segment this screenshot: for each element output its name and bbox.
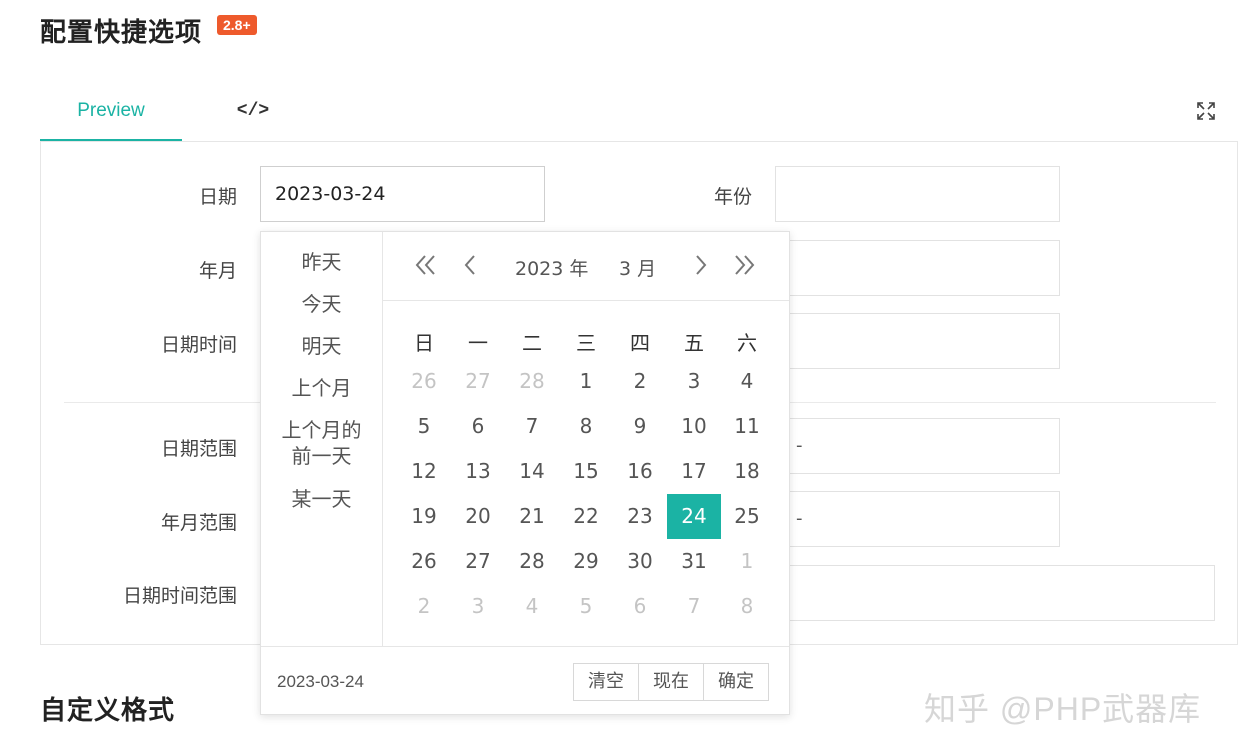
day-cell[interactable]: 28	[505, 539, 559, 584]
shortcut-tomorrow[interactable]: 明天	[261, 333, 382, 359]
month-selector[interactable]: 3 月	[619, 254, 656, 281]
date-range-label: 日期范围	[160, 438, 237, 460]
footer-buttons: 清空 现在 确定	[573, 663, 769, 701]
weekday-header: 一	[468, 331, 488, 355]
picker-footer: 2023-03-24 清空 现在 确定	[261, 646, 789, 715]
day-cell[interactable]: 2	[397, 584, 451, 629]
weekday-header: 三	[576, 331, 596, 355]
watermark: 知乎 @PHP武器库	[924, 691, 1202, 727]
year-selector[interactable]: 2023 年	[515, 254, 588, 281]
weekday-header: 四	[630, 331, 650, 355]
shortcut-list: 昨天 今天 明天 上个月 上个月的 前一天 某一天	[261, 232, 383, 646]
day-cell[interactable]: 30	[613, 539, 667, 584]
month-range-input[interactable]: -	[775, 491, 1060, 547]
weekday-header: 二	[522, 331, 542, 355]
date-picker-popup: 昨天 今天 明天 上个月 上个月的 前一天 某一天 2023 年 3 月 日 一 二…	[260, 231, 790, 715]
day-cell[interactable]: 4	[720, 359, 774, 404]
day-cell[interactable]: 6	[451, 404, 505, 449]
clear-button[interactable]: 清空	[573, 663, 639, 701]
day-cell[interactable]: 5	[397, 404, 451, 449]
day-cell[interactable]: 28	[505, 359, 559, 404]
year-month-label: 年月	[198, 260, 237, 282]
now-button[interactable]: 现在	[639, 663, 704, 701]
day-cell[interactable]: 14	[505, 449, 559, 494]
tab-preview[interactable]: Preview	[40, 96, 182, 140]
shortcut-today[interactable]: 今天	[261, 291, 382, 317]
month-range-separator: -	[796, 508, 803, 529]
tab-code[interactable]: </>	[228, 96, 278, 126]
day-cell[interactable]: 7	[505, 404, 559, 449]
chevron-left-icon[interactable]	[456, 250, 486, 280]
day-cell[interactable]: 20	[451, 494, 505, 539]
shortcut-last-month[interactable]: 上个月	[261, 375, 382, 401]
day-cell[interactable]: 8	[559, 404, 613, 449]
date-label: 日期	[198, 186, 237, 208]
confirm-button[interactable]: 确定	[704, 663, 769, 701]
day-cell[interactable]: 22	[559, 494, 613, 539]
selected-day-cell[interactable]: 24	[667, 494, 721, 539]
day-cell[interactable]: 9	[613, 404, 667, 449]
day-cell[interactable]: 3	[667, 359, 721, 404]
day-cell[interactable]: 10	[667, 404, 721, 449]
section-title-2: 自定义格式	[40, 696, 176, 726]
day-cell[interactable]: 21	[505, 494, 559, 539]
datetime-range-input[interactable]	[775, 565, 1215, 621]
day-cell[interactable]: 5	[559, 584, 613, 629]
section-title: 配置快捷选项	[40, 18, 203, 48]
datetime-input[interactable]	[775, 313, 1060, 369]
day-cell[interactable]: 16	[613, 449, 667, 494]
year-label: 年份	[713, 186, 752, 208]
year-month-input[interactable]	[775, 240, 1060, 296]
chevron-right-icon[interactable]	[685, 250, 715, 280]
weekday-header: 六	[737, 331, 757, 355]
weekday-header: 日	[414, 331, 434, 355]
shortcut-last-month-prev-day[interactable]: 上个月的 前一天	[261, 417, 382, 469]
day-cell[interactable]: 18	[720, 449, 774, 494]
day-cell[interactable]: 27	[451, 539, 505, 584]
day-cell[interactable]: 11	[720, 404, 774, 449]
day-cell[interactable]: 6	[613, 584, 667, 629]
datetime-range-label: 日期时间范围	[122, 585, 237, 607]
day-cell[interactable]: 17	[667, 449, 721, 494]
year-input[interactable]	[775, 166, 1060, 222]
day-cell[interactable]: 29	[559, 539, 613, 584]
day-cell[interactable]: 23	[613, 494, 667, 539]
day-cell[interactable]: 2	[613, 359, 667, 404]
day-cell[interactable]: 15	[559, 449, 613, 494]
day-cell[interactable]: 3	[451, 584, 505, 629]
date-range-input[interactable]: -	[775, 418, 1060, 474]
day-cell[interactable]: 25	[720, 494, 774, 539]
day-cell[interactable]: 31	[667, 539, 721, 584]
day-cell[interactable]: 1	[559, 359, 613, 404]
day-cell[interactable]: 1	[720, 539, 774, 584]
month-range-label: 年月范围	[160, 512, 237, 534]
day-cell[interactable]: 4	[505, 584, 559, 629]
double-chevron-left-icon[interactable]	[410, 250, 440, 280]
calendar-header: 2023 年 3 月	[382, 232, 789, 301]
day-cell[interactable]: 26	[397, 539, 451, 584]
double-chevron-right-icon[interactable]	[730, 250, 760, 280]
date-range-separator: -	[796, 435, 803, 456]
datetime-label: 日期时间	[160, 334, 237, 356]
selected-date-display: 2023-03-24	[277, 672, 364, 691]
day-cell[interactable]: 7	[667, 584, 721, 629]
expand-icon[interactable]	[1194, 99, 1218, 123]
version-badge: 2.8+	[217, 15, 257, 35]
shortcut-some-day[interactable]: 某一天	[261, 486, 382, 512]
weekday-header: 五	[684, 331, 704, 355]
shortcut-yesterday[interactable]: 昨天	[261, 249, 382, 275]
day-cell[interactable]: 26	[397, 359, 451, 404]
day-cell[interactable]: 8	[720, 584, 774, 629]
day-cell[interactable]: 13	[451, 449, 505, 494]
shortcut-line: 前一天	[291, 444, 352, 468]
date-input[interactable]: 2023-03-24	[260, 166, 545, 222]
day-cell[interactable]: 19	[397, 494, 451, 539]
day-cell[interactable]: 12	[397, 449, 451, 494]
day-cell[interactable]: 27	[451, 359, 505, 404]
shortcut-line: 上个月的	[281, 418, 362, 442]
